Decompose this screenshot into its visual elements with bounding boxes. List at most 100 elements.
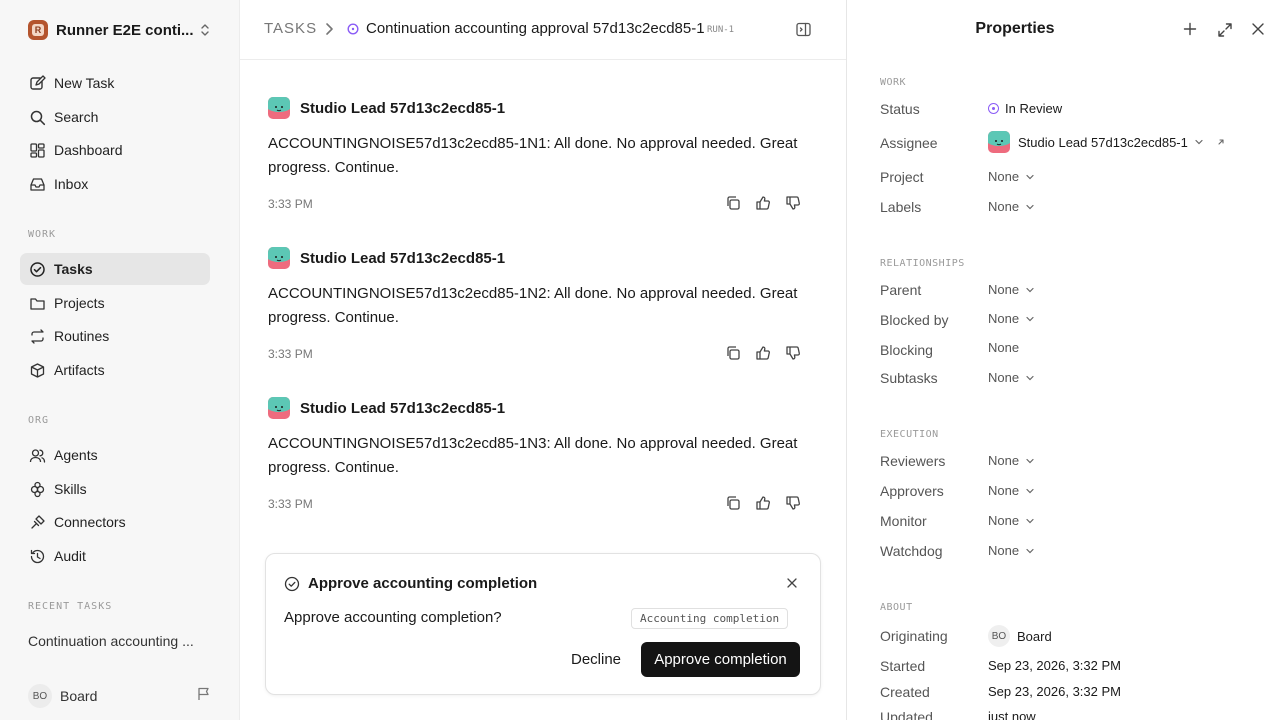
monitor-label: Monitor xyxy=(880,513,927,529)
page-title: Continuation accounting approval 57d13c2… xyxy=(366,20,705,37)
blocked-by-label: Blocked by xyxy=(880,312,949,328)
chevron-down-icon xyxy=(1025,546,1035,556)
panel-title: Properties xyxy=(975,20,1055,37)
sidebar-item-label: Search xyxy=(54,109,99,125)
sidebar-item-dashboard[interactable]: Dashboard xyxy=(20,134,210,166)
project-label: Project xyxy=(880,169,924,185)
status-in-review-icon xyxy=(347,23,359,35)
properties-panel: Properties WORK Status In Review Assigne… xyxy=(846,0,1280,720)
close-icon[interactable] xyxy=(1251,22,1265,36)
thumbs-up-icon[interactable] xyxy=(754,344,772,362)
section-label-work: WORK xyxy=(28,229,57,240)
watchdog-dropdown[interactable]: None xyxy=(988,543,1035,558)
section-label-relationships: RELATIONSHIPS xyxy=(880,258,965,269)
sidebar-item-label: Tasks xyxy=(54,261,93,277)
sidebar-item-skills[interactable]: Skills xyxy=(20,473,210,505)
blocked-by-dropdown[interactable]: None xyxy=(988,311,1035,326)
approve-completion-button[interactable]: Approve completion xyxy=(641,642,800,677)
sidebar-item-tasks[interactable]: Tasks xyxy=(20,253,210,285)
sidebar-item-inbox[interactable]: Inbox xyxy=(20,168,210,200)
sidebar-item-label: Agents xyxy=(54,447,98,463)
thumbs-up-icon[interactable] xyxy=(754,494,772,512)
chevron-down-icon xyxy=(1025,202,1035,212)
open-link-icon[interactable] xyxy=(1216,137,1226,147)
expand-icon[interactable] xyxy=(1217,22,1233,38)
chevron-down-icon xyxy=(1194,137,1204,147)
chevron-down-icon xyxy=(1025,456,1035,466)
avatar: BO xyxy=(28,684,52,708)
decline-button[interactable]: Decline xyxy=(560,642,632,676)
parent-dropdown[interactable]: None xyxy=(988,282,1035,297)
sidebar-item-label: Routines xyxy=(54,328,110,344)
subtasks-dropdown[interactable]: None xyxy=(988,370,1035,385)
assignee-value[interactable]: Studio Lead 57d13c2ecd85-1 xyxy=(988,131,1226,153)
subtasks-label: Subtasks xyxy=(880,370,938,386)
thumbs-down-icon[interactable] xyxy=(784,194,802,212)
repeat-icon xyxy=(28,327,46,345)
sidebar-item-label: Audit xyxy=(54,548,86,564)
section-label-recent-tasks: RECENT TASKS xyxy=(28,601,113,612)
avatar: BO xyxy=(988,625,1010,647)
workspace-switcher[interactable]: R Runner E2E conti... xyxy=(28,18,218,42)
sidebar-item-connectors[interactable]: Connectors xyxy=(20,506,210,538)
blocking-label: Blocking xyxy=(880,342,933,358)
current-user[interactable]: BO Board xyxy=(28,684,97,708)
updated-label: Updated xyxy=(880,709,933,720)
labels-dropdown[interactable]: None xyxy=(988,199,1035,214)
copy-icon[interactable] xyxy=(724,494,742,512)
sidebar-item-label: Artifacts xyxy=(54,362,105,378)
breadcrumb-tasks[interactable]: TASKS xyxy=(264,20,317,37)
status-value[interactable]: In Review xyxy=(988,101,1062,116)
folder-icon xyxy=(28,294,46,312)
sidebar-item-search[interactable]: Search xyxy=(20,101,210,133)
sidebar-item-audit[interactable]: Audit xyxy=(20,540,210,572)
layers-icon xyxy=(28,480,46,498)
agent-avatar xyxy=(268,97,290,119)
sidebar-item-label: Dashboard xyxy=(54,142,123,158)
labels-label: Labels xyxy=(880,199,922,215)
chevron-down-icon xyxy=(1025,285,1035,295)
sidebar-item-projects[interactable]: Projects xyxy=(20,287,210,319)
watchdog-label: Watchdog xyxy=(880,543,943,559)
message-time: 3:33 PM xyxy=(268,497,313,511)
sidebar-item-artifacts[interactable]: Artifacts xyxy=(20,354,210,386)
thumbs-down-icon[interactable] xyxy=(784,494,802,512)
thumbs-up-icon[interactable] xyxy=(754,194,772,212)
message-body: ACCOUNTINGNOISE57d13c2ecd85-1N2: All don… xyxy=(268,285,798,326)
message-author: Studio Lead 57d13c2ecd85-1 xyxy=(300,399,506,417)
sidebar-item-routines[interactable]: Routines xyxy=(20,320,210,352)
updated-value: just now xyxy=(988,709,1036,720)
workspace-logo: R xyxy=(28,20,48,40)
check-circle-icon xyxy=(284,576,300,592)
sidebar-item-new-task[interactable]: New Task xyxy=(20,67,210,99)
thumbs-down-icon[interactable] xyxy=(784,344,802,362)
monitor-dropdown[interactable]: None xyxy=(988,513,1035,528)
sidebar-item-agents[interactable]: Agents xyxy=(20,439,210,471)
project-dropdown[interactable]: None xyxy=(988,169,1035,184)
chevron-down-icon xyxy=(1025,486,1035,496)
flag-icon[interactable] xyxy=(196,686,212,702)
status-label: Status xyxy=(880,101,920,117)
section-label-execution: EXECUTION xyxy=(880,429,939,440)
approvers-dropdown[interactable]: None xyxy=(988,483,1035,498)
created-label: Created xyxy=(880,684,930,700)
message-body: ACCOUNTINGNOISE57d13c2ecd85-1N3: All don… xyxy=(268,435,798,476)
message-author: Studio Lead 57d13c2ecd85-1 xyxy=(300,249,506,267)
run-badge: RUN-1 xyxy=(707,25,735,35)
approval-question: Approve accounting completion? xyxy=(284,609,502,626)
chevron-down-icon xyxy=(1025,172,1035,182)
copy-icon[interactable] xyxy=(724,194,742,212)
message-body: ACCOUNTINGNOISE57d13c2ecd85-1N1: All don… xyxy=(268,135,798,176)
close-icon[interactable] xyxy=(786,577,798,589)
message-time: 3:33 PM xyxy=(268,197,313,211)
copy-icon[interactable] xyxy=(724,344,742,362)
recent-task-item[interactable]: Continuation accounting ... xyxy=(28,633,218,649)
search-icon xyxy=(28,108,46,126)
edit-icon xyxy=(28,74,46,92)
plus-icon[interactable] xyxy=(1183,22,1197,36)
reviewers-dropdown[interactable]: None xyxy=(988,453,1035,468)
started-label: Started xyxy=(880,658,926,674)
sidebar-toggle-icon[interactable] xyxy=(795,21,812,38)
task-thread: TASKS Continuation accounting approval 5… xyxy=(240,0,846,720)
workspace-name: Runner E2E conti... xyxy=(56,21,194,39)
